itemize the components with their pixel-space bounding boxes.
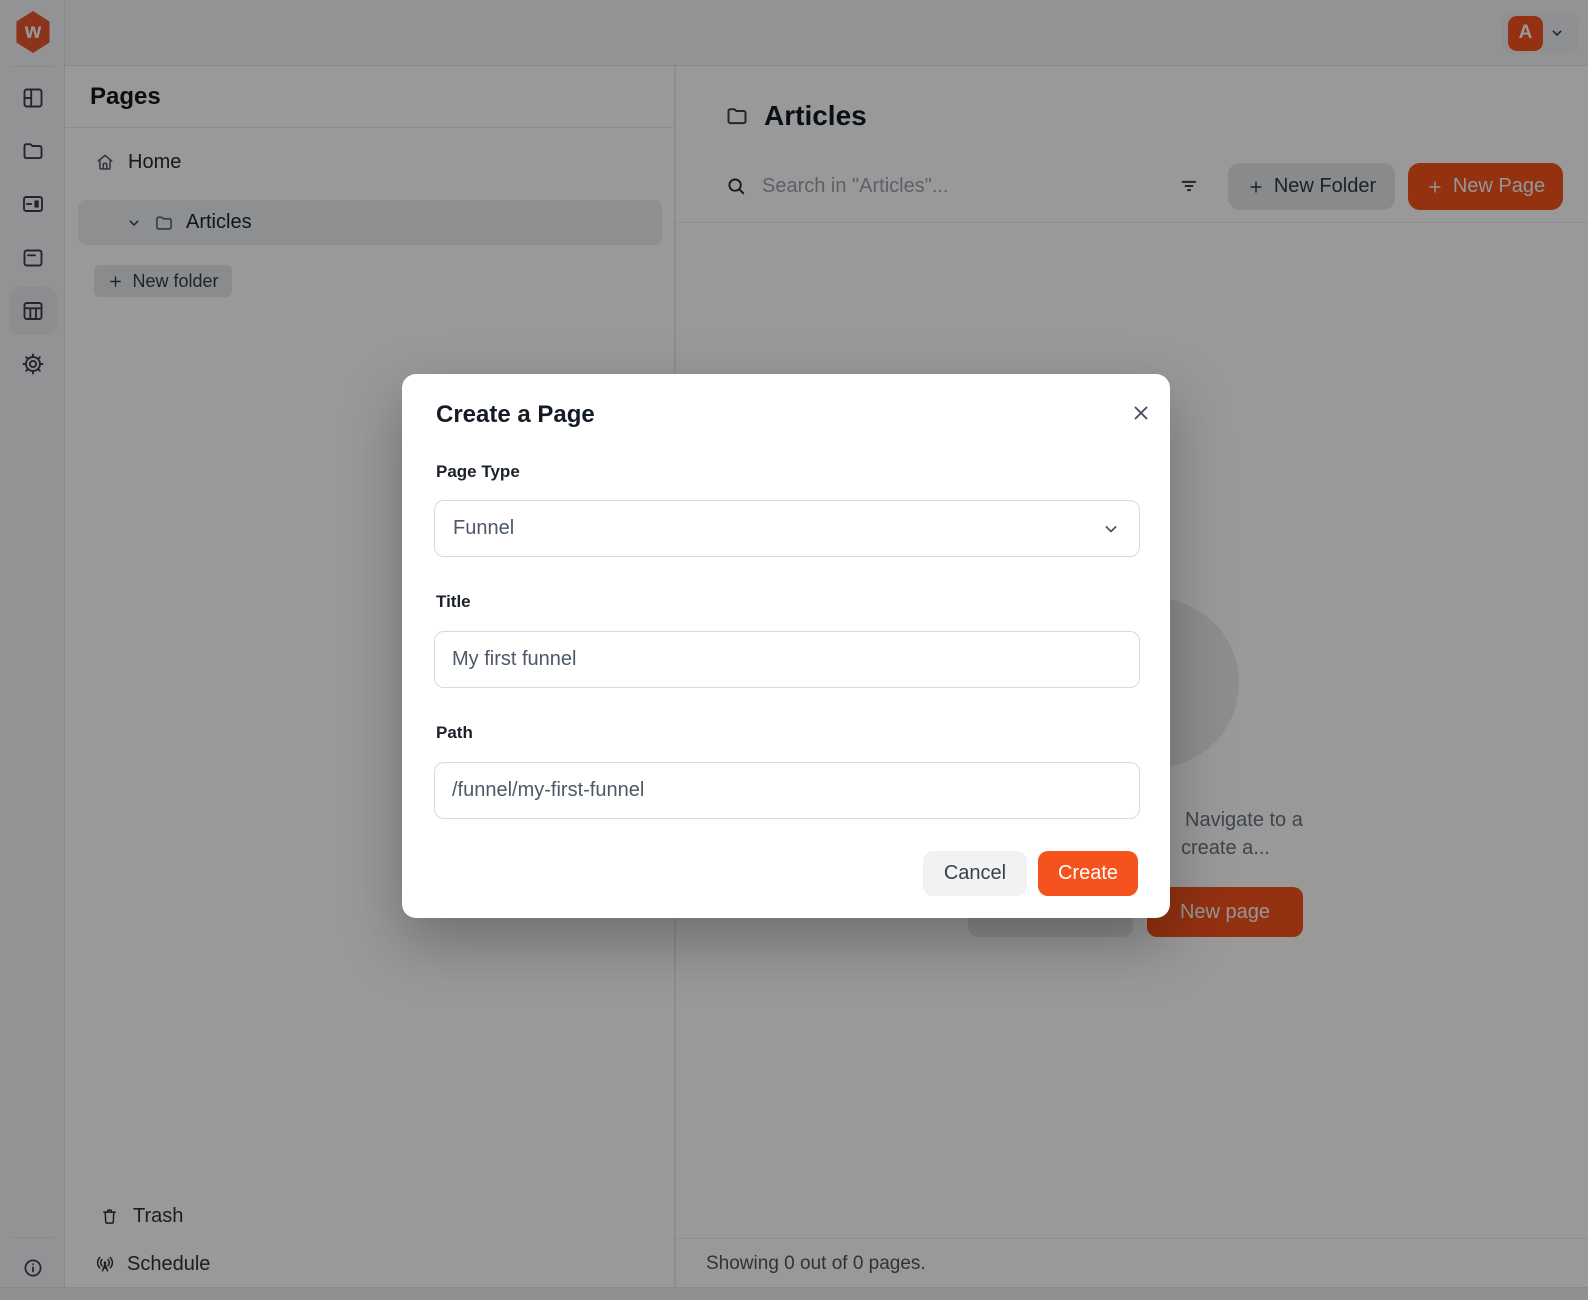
cancel-button[interactable]: Cancel	[923, 851, 1027, 896]
title-label: Title	[436, 592, 471, 611]
chevron-down-icon	[1101, 519, 1121, 539]
app-screen: A w Pages Home Articles New folder Trash…	[0, 0, 1588, 1300]
path-label: Path	[436, 723, 473, 742]
page-type-select[interactable]: Funnel	[434, 500, 1140, 557]
create-button[interactable]: Create	[1038, 851, 1138, 896]
page-type-value: Funnel	[453, 517, 515, 539]
path-input[interactable]	[434, 762, 1140, 819]
title-input[interactable]	[434, 631, 1140, 688]
page-type-label: Page Type	[436, 462, 520, 481]
modal-title: Create a Page	[436, 401, 595, 428]
close-icon[interactable]	[1130, 401, 1154, 425]
create-page-modal: Create a Page Page Type Funnel Title Pat…	[402, 374, 1170, 918]
